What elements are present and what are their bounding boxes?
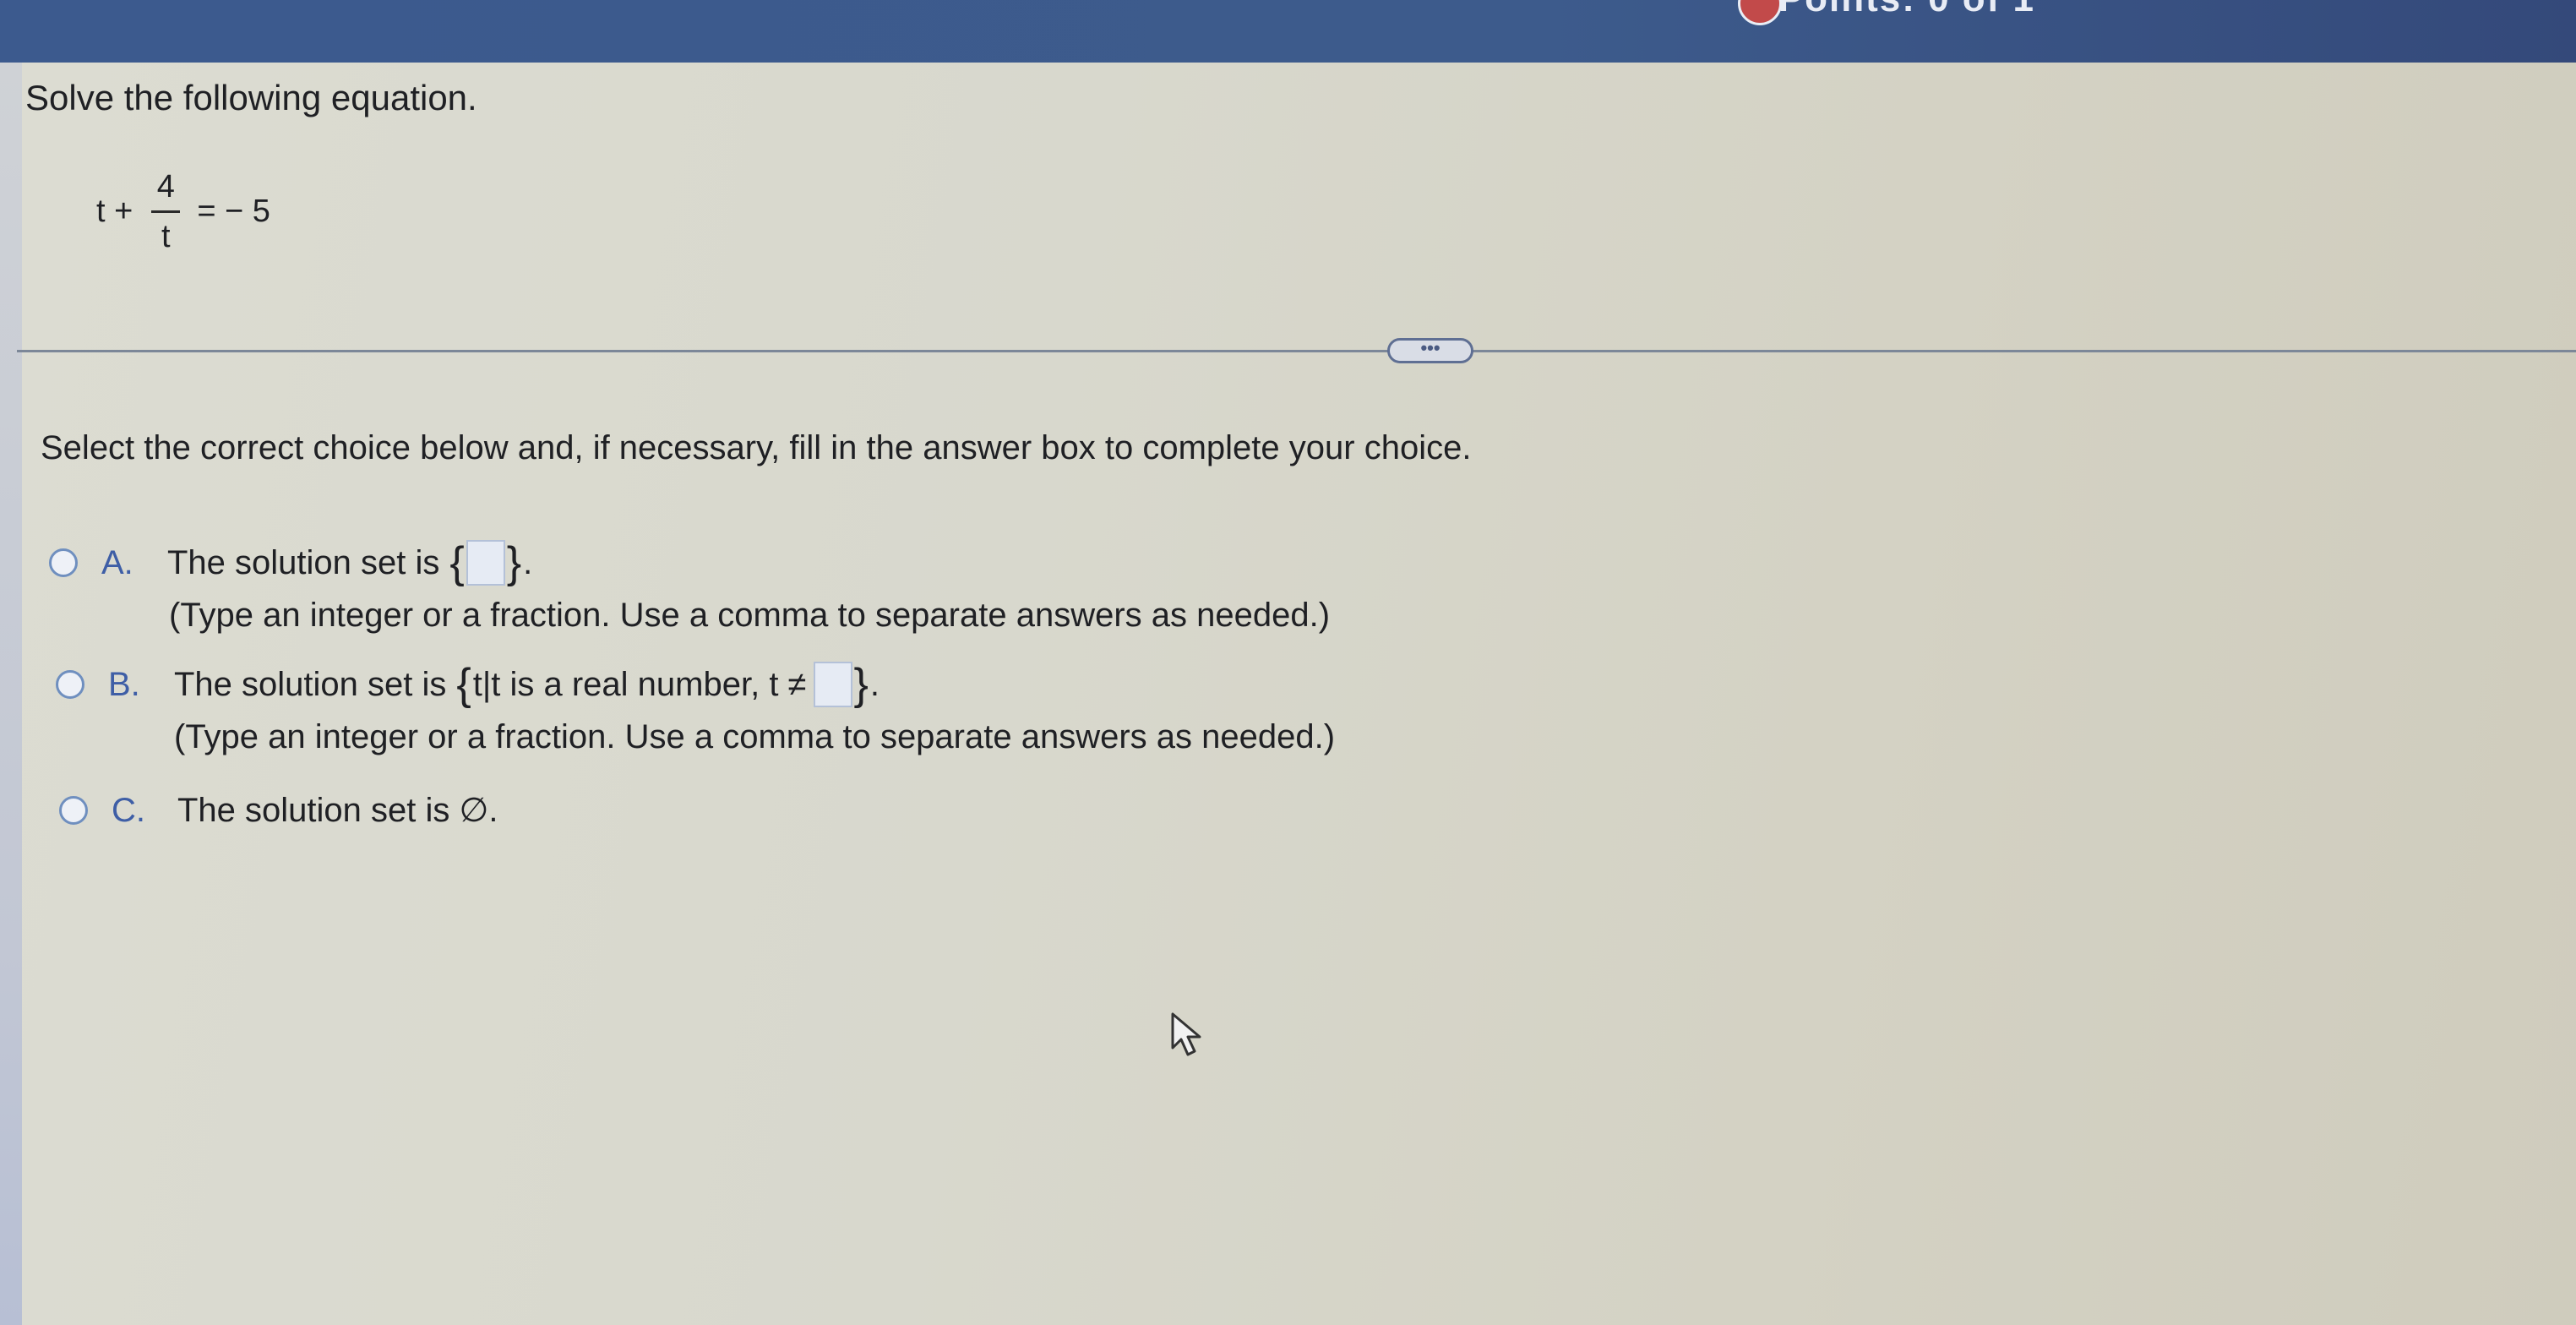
fraction-bar xyxy=(151,210,181,213)
radio-button-a[interactable] xyxy=(49,548,78,577)
section-divider xyxy=(17,350,2576,352)
question-title: Solve the following equation. xyxy=(25,78,477,117)
open-brace: { xyxy=(456,660,471,709)
period: . xyxy=(869,665,880,703)
answer-box-a[interactable] xyxy=(466,540,505,586)
equation: t + 4 t = − 5 xyxy=(96,161,270,262)
choice-text: The solution set is ∅. xyxy=(177,792,498,829)
close-brace: } xyxy=(506,538,522,587)
answer-box-b[interactable] xyxy=(813,662,852,707)
choice-a[interactable]: A. The solution set is { } . (Type an in… xyxy=(49,537,1330,635)
radio-button-b[interactable] xyxy=(56,670,84,699)
choice-c[interactable]: C. The solution set is ∅. xyxy=(59,791,498,830)
choice-hint: (Type an integer or a fraction. Use a co… xyxy=(174,718,1336,755)
equation-lhs: t + xyxy=(96,193,133,229)
set-builder-text: t|t is a real number, t ≠ xyxy=(472,665,807,703)
close-brace: } xyxy=(853,660,869,709)
points-label: Points: 0 of 1 xyxy=(1778,0,2035,20)
mouse-cursor-icon xyxy=(1171,1012,1201,1056)
instructions: Select the correct choice below and, if … xyxy=(41,429,1472,466)
period: . xyxy=(523,543,533,581)
equation-numerator: 4 xyxy=(156,168,175,204)
close-icon[interactable] xyxy=(1738,0,1782,25)
left-edge xyxy=(0,63,22,1325)
equation-fraction: 4 t xyxy=(151,166,181,257)
choice-letter: C. xyxy=(112,791,145,829)
top-bar: Points: 0 of 1 xyxy=(0,0,2576,63)
equation-denominator: t xyxy=(161,218,171,254)
choice-text: The solution set is xyxy=(167,543,440,581)
open-brace: { xyxy=(449,538,465,587)
choice-hint: (Type an integer or a fraction. Use a co… xyxy=(169,597,1331,634)
choice-letter: A. xyxy=(101,543,133,581)
choice-b[interactable]: B. The solution set is { t|t is a real n… xyxy=(56,659,1335,756)
more-button[interactable]: ••• xyxy=(1387,338,1473,363)
choice-letter: B. xyxy=(108,665,140,703)
equation-rhs: = − 5 xyxy=(197,193,270,229)
choice-text: The solution set is xyxy=(174,665,447,703)
radio-button-c[interactable] xyxy=(59,796,88,825)
